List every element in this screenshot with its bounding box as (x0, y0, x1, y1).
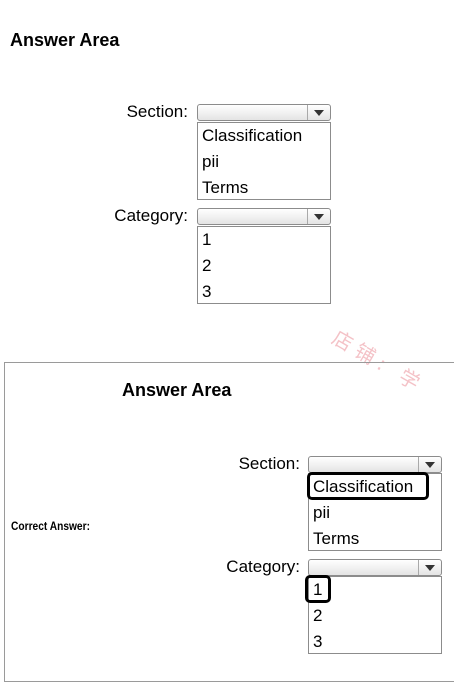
answer-area-title: Answer Area (122, 380, 232, 400)
category-option-1[interactable]: 1 (309, 577, 441, 603)
section-options-list[interactable]: Classification pii Terms (197, 122, 331, 200)
category-dropdown[interactable] (197, 208, 331, 225)
section-dropdown[interactable] (308, 456, 442, 473)
category-options-list[interactable]: 1 2 3 (308, 576, 442, 654)
section-option-terms[interactable]: Terms (309, 526, 441, 552)
answer-area-title: Answer Area (10, 30, 120, 50)
category-dropdown[interactable] (308, 559, 442, 576)
chevron-down-icon[interactable] (418, 560, 441, 575)
chevron-down-icon[interactable] (307, 209, 330, 224)
chevron-down-icon[interactable] (307, 105, 330, 120)
section-option-pii[interactable]: pii (198, 149, 330, 175)
category-label: Category: (226, 557, 300, 576)
section-label: Section: (126, 102, 188, 121)
section-option-classification[interactable]: Classification (309, 474, 441, 500)
section-options-list[interactable]: Classification pii Terms (308, 473, 442, 551)
category-option-2[interactable]: 2 (198, 253, 330, 279)
section-label: Section: (238, 454, 300, 473)
category-label: Category: (114, 206, 188, 225)
category-option-2[interactable]: 2 (309, 603, 441, 629)
category-option-3[interactable]: 3 (198, 279, 330, 305)
section-option-pii[interactable]: pii (309, 500, 441, 526)
category-options-list[interactable]: 1 2 3 (197, 226, 331, 304)
category-option-3[interactable]: 3 (309, 629, 441, 655)
section-option-terms[interactable]: Terms (198, 175, 330, 201)
section-dropdown[interactable] (197, 104, 331, 121)
chevron-down-icon[interactable] (418, 457, 441, 472)
section-option-classification[interactable]: Classification (198, 123, 330, 149)
category-option-1[interactable]: 1 (198, 227, 330, 253)
correct-answer-label: Correct Answer: (11, 519, 90, 533)
